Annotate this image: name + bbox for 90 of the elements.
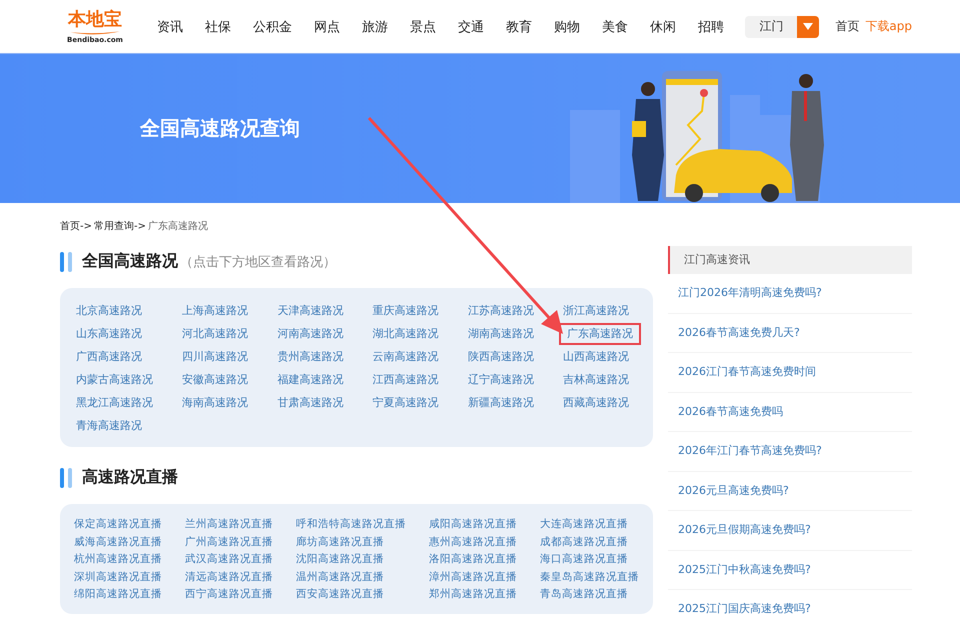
nav-link[interactable]: 购物 bbox=[543, 18, 591, 36]
live-link[interactable]: 成都高速路况直播 bbox=[540, 534, 639, 551]
live-link[interactable]: 洛阳高速路况直播 bbox=[429, 551, 517, 568]
banner-title: 全国高速路况查询 bbox=[140, 115, 301, 142]
live-link[interactable]: 郑州高速路况直播 bbox=[429, 586, 517, 604]
nav-link[interactable]: 旅游 bbox=[351, 18, 399, 36]
nav-link[interactable]: 休闲 bbox=[639, 18, 687, 36]
section-title: 全国高速路况 bbox=[82, 251, 178, 272]
province-link[interactable]: 广西高速路况 bbox=[72, 346, 157, 368]
live-link[interactable]: 咸阳高速路况直播 bbox=[429, 516, 517, 534]
nav-link[interactable]: 公积金 bbox=[242, 18, 303, 36]
section-title: 高速路况直播 bbox=[82, 467, 178, 488]
nav-link[interactable]: 资讯 bbox=[146, 18, 194, 36]
province-link[interactable]: 湖北高速路况 bbox=[368, 323, 443, 345]
live-link[interactable]: 西宁高速路况直播 bbox=[185, 586, 273, 604]
live-link[interactable]: 温州高速路况直播 bbox=[296, 568, 406, 586]
section-marker-icon bbox=[60, 252, 74, 272]
live-link[interactable]: 廊坊高速路况直播 bbox=[296, 534, 406, 551]
news-link[interactable]: 2026元旦假期高速免费吗? bbox=[668, 511, 912, 550]
live-link[interactable]: 兰州高速路况直播 bbox=[185, 516, 273, 534]
live-link[interactable]: 深圳高速路况直播 bbox=[74, 568, 162, 586]
province-link[interactable]: 甘肃高速路况 bbox=[273, 392, 348, 414]
province-link[interactable]: 辽宁高速路况 bbox=[464, 369, 538, 391]
news-link[interactable]: 2026春节高速免费吗 bbox=[668, 392, 912, 432]
live-link[interactable]: 西安高速路况直播 bbox=[296, 586, 406, 604]
home-link[interactable]: 首页 bbox=[835, 18, 860, 35]
nav-link[interactable]: 美食 bbox=[591, 18, 639, 36]
current-page-label: 广东高速路况 bbox=[148, 220, 208, 233]
breadcrumb-link[interactable]: 常用查询-> bbox=[94, 219, 146, 233]
nav-link[interactable]: 景点 bbox=[399, 18, 447, 36]
province-link[interactable]: 四川高速路况 bbox=[178, 346, 252, 368]
province-link[interactable]: 内蒙古高速路况 bbox=[72, 369, 157, 391]
province-link[interactable]: 黑龙江高速路况 bbox=[72, 392, 157, 414]
province-link[interactable]: 山西高速路况 bbox=[558, 346, 641, 368]
news-link[interactable]: 2026春节高速免费几天? bbox=[668, 314, 912, 353]
news-link[interactable]: 2025江门国庆高速免费吗? bbox=[668, 590, 912, 624]
province-link[interactable]: 西藏高速路况 bbox=[558, 392, 641, 414]
live-link[interactable]: 大连高速路况直播 bbox=[540, 516, 639, 534]
province-link[interactable]: 云南高速路况 bbox=[368, 346, 443, 368]
province-link[interactable]: 天津高速路况 bbox=[273, 300, 348, 322]
news-link[interactable]: 2025江门中秋高速免费吗? bbox=[668, 550, 912, 590]
nav-link[interactable]: 交通 bbox=[447, 18, 495, 36]
nav-link[interactable]: 社保 bbox=[194, 18, 242, 36]
news-link[interactable]: 2026年江门春节高速免费吗? bbox=[668, 432, 912, 472]
section-marker-icon bbox=[60, 468, 74, 488]
sidebar-title: 江门高速资讯 bbox=[668, 246, 912, 274]
province-link[interactable]: 福建高速路况 bbox=[273, 369, 348, 391]
province-link[interactable]: 宁夏高速路况 bbox=[368, 392, 443, 414]
live-link[interactable]: 武汉高速路况直播 bbox=[185, 551, 273, 568]
nav-link[interactable]: 教育 bbox=[495, 18, 543, 36]
live-link[interactable]: 呼和浩特高速路况直播 bbox=[296, 516, 406, 534]
province-link[interactable]: 河南高速路况 bbox=[273, 323, 348, 345]
province-link[interactable]: 浙江高速路况 bbox=[558, 300, 641, 322]
province-link[interactable]: 重庆高速路况 bbox=[368, 300, 443, 322]
province-link[interactable]: 新疆高速路况 bbox=[464, 392, 538, 414]
live-link[interactable]: 清远高速路况直播 bbox=[185, 568, 273, 586]
live-link[interactable]: 青岛高速路况直播 bbox=[540, 586, 639, 604]
province-link[interactable]: 海南高速路况 bbox=[178, 392, 252, 414]
live-link[interactable]: 沈阳高速路况直播 bbox=[296, 551, 406, 568]
live-link[interactable]: 广州高速路况直播 bbox=[185, 534, 273, 551]
caret-icon bbox=[803, 23, 814, 30]
nav-link[interactable]: 网点 bbox=[303, 18, 351, 36]
province-link[interactable]: 上海高速路况 bbox=[178, 300, 252, 322]
province-link[interactable]: 江西高速路况 bbox=[368, 369, 443, 391]
province-link[interactable]: 陕西高速路况 bbox=[464, 346, 538, 368]
download-link[interactable]: 下载app bbox=[865, 18, 912, 35]
province-link[interactable]: 江苏高速路况 bbox=[464, 300, 538, 322]
live-link[interactable]: 杭州高速路况直播 bbox=[74, 551, 162, 568]
live-link[interactable]: 保定高速路况直播 bbox=[74, 516, 162, 534]
province-link[interactable]: 广东高速路况 bbox=[558, 323, 641, 345]
live-link[interactable]: 海口高速路况直播 bbox=[540, 551, 639, 568]
live-link[interactable]: 绵阳高速路况直播 bbox=[74, 586, 162, 604]
live-link[interactable]: 惠州高速路况直播 bbox=[429, 534, 517, 551]
live-link[interactable]: 漳州高速路况直播 bbox=[429, 568, 517, 586]
news-link[interactable]: 2026江门春节高速免费时间 bbox=[668, 353, 912, 392]
nav-link[interactable]: 招聘 bbox=[687, 18, 735, 36]
province-link[interactable]: 湖南高速路况 bbox=[464, 323, 538, 345]
province-link[interactable]: 贵州高速路况 bbox=[273, 346, 348, 368]
section-hint: （点击下方地区查看路况） bbox=[180, 254, 336, 270]
province-link[interactable]: 河北高速路况 bbox=[178, 323, 252, 345]
province-link[interactable]: 吉林高速路况 bbox=[558, 369, 641, 391]
province-link[interactable]: 安徽高速路况 bbox=[178, 369, 252, 391]
live-link[interactable]: 秦皇岛高速路况直播 bbox=[540, 568, 639, 586]
breadcrumb-link[interactable]: 首页-> bbox=[60, 219, 92, 233]
province-link[interactable]: 山东高速路况 bbox=[72, 323, 157, 345]
province-link[interactable]: 青海高速路况 bbox=[72, 415, 157, 437]
province-link[interactable]: 北京高速路况 bbox=[72, 300, 157, 322]
news-link[interactable]: 江门2026年清明高速免费吗? bbox=[668, 274, 912, 314]
live-link[interactable]: 威海高速路况直播 bbox=[74, 534, 162, 551]
news-link[interactable]: 2026元旦高速免费吗? bbox=[668, 472, 912, 511]
